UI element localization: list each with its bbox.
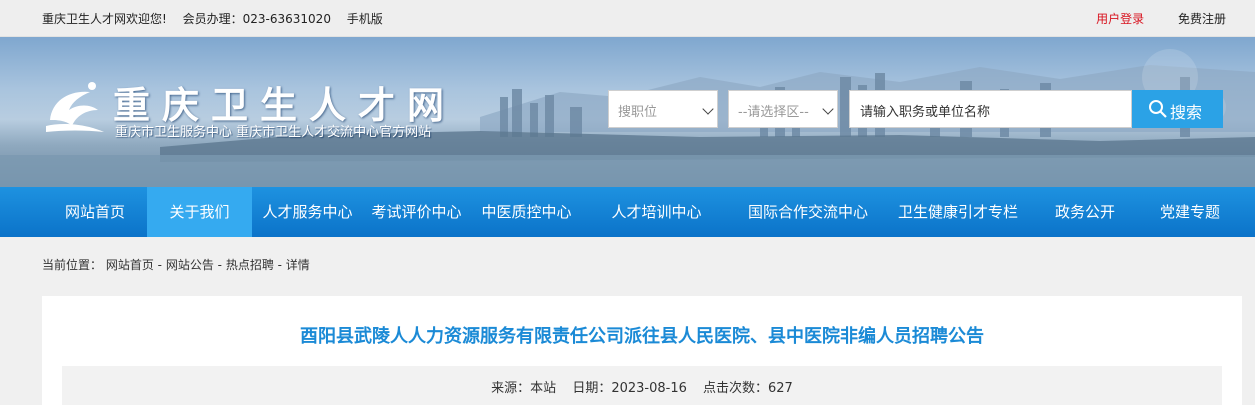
welcome-text: 重庆卫生人才网欢迎您! [42,12,167,26]
site-subtitle: 重庆市卫生服务中心 重庆市卫生人才交流中心官方网站 [115,125,432,140]
article-title: 酉阳县武陵人人力资源服务有限责任公司派往县人民医院、县中医院非编人员招聘公告 [300,326,984,347]
register-link[interactable]: 免费注册 [1178,12,1226,26]
top-bar-right: 用户登录 免费注册 [1096,10,1226,27]
breadcrumb-prefix: 当前位置： [42,258,103,272]
breadcrumb: 当前位置： 网站首页 - 网站公告 - 热点招聘 - 详情 [42,256,310,273]
article-date: 日期：2023-08-16 [572,381,687,396]
member-hotline: 会员办理：023-63631020 [182,12,331,26]
nav-item-gov-affairs[interactable]: 政务公开 [1045,187,1125,237]
top-bar: 重庆卫生人才网欢迎您! 会员办理：023-63631020 手机版 用户登录 免… [0,0,1255,37]
nav-item-home[interactable]: 网站首页 [55,187,135,237]
breadcrumb-separator: - [213,258,226,272]
article-clicks: 点击次数：627 [703,381,793,396]
mobile-link[interactable]: 手机版 [347,12,383,26]
breadcrumb-detail: 详情 [285,258,310,272]
breadcrumb-separator: - [273,258,286,272]
breadcrumb-separator: - [153,258,166,272]
position-select[interactable]: 搜职位 [608,90,718,128]
search-icon [1149,100,1167,118]
search-button[interactable]: 搜索 [1132,90,1223,128]
article-meta: 来源：本站 日期：2023-08-16 点击次数：627 [62,366,1222,405]
nav-item-party[interactable]: 党建专题 [1150,187,1230,237]
region-select-value: --请选择区-- [738,105,809,120]
nav-item-training[interactable]: 人才培训中心 [604,187,709,237]
nav-item-talent-service[interactable]: 人才服务中心 [255,187,360,237]
article-card: 酉阳县武陵人人力资源服务有限责任公司派往县人民医院、县中医院非编人员招聘公告 来… [42,296,1242,405]
chevron-down-icon [822,103,834,115]
main-nav: 网站首页 关于我们 人才服务中心 考试评价中心 中医质控中心 人才培训中心 国际… [0,187,1255,237]
logo-icon [46,82,104,132]
top-bar-left: 重庆卫生人才网欢迎您! 会员办理：023-63631020 手机版 [42,10,395,27]
login-link[interactable]: 用户登录 [1096,12,1144,26]
breadcrumb-home[interactable]: 网站首页 [106,258,154,272]
position-select-value: 搜职位 [618,105,658,120]
nav-item-exam-evaluation[interactable]: 考试评价中心 [364,187,469,237]
nav-item-tcm-quality[interactable]: 中医质控中心 [474,187,579,237]
search-input[interactable]: 请输入职务或单位名称 [849,90,1132,128]
header-banner: 重庆卫生人才网 重庆市卫生服务中心 重庆市卫生人才交流中心官方网站 搜职位 --… [0,37,1255,187]
search-button-label: 搜索 [1170,103,1203,122]
breadcrumb-notice[interactable]: 网站公告 [166,258,214,272]
nav-item-international[interactable]: 国际合作交流中心 [740,187,876,237]
nav-item-about[interactable]: 关于我们 [147,187,252,237]
breadcrumb-hot[interactable]: 热点招聘 [226,258,274,272]
region-select[interactable]: --请选择区-- [728,90,838,128]
nav-item-recruit-column[interactable]: 卫生健康引才专栏 [890,187,1026,237]
article-source: 来源：本站 [491,381,557,396]
chevron-down-icon [702,103,714,115]
